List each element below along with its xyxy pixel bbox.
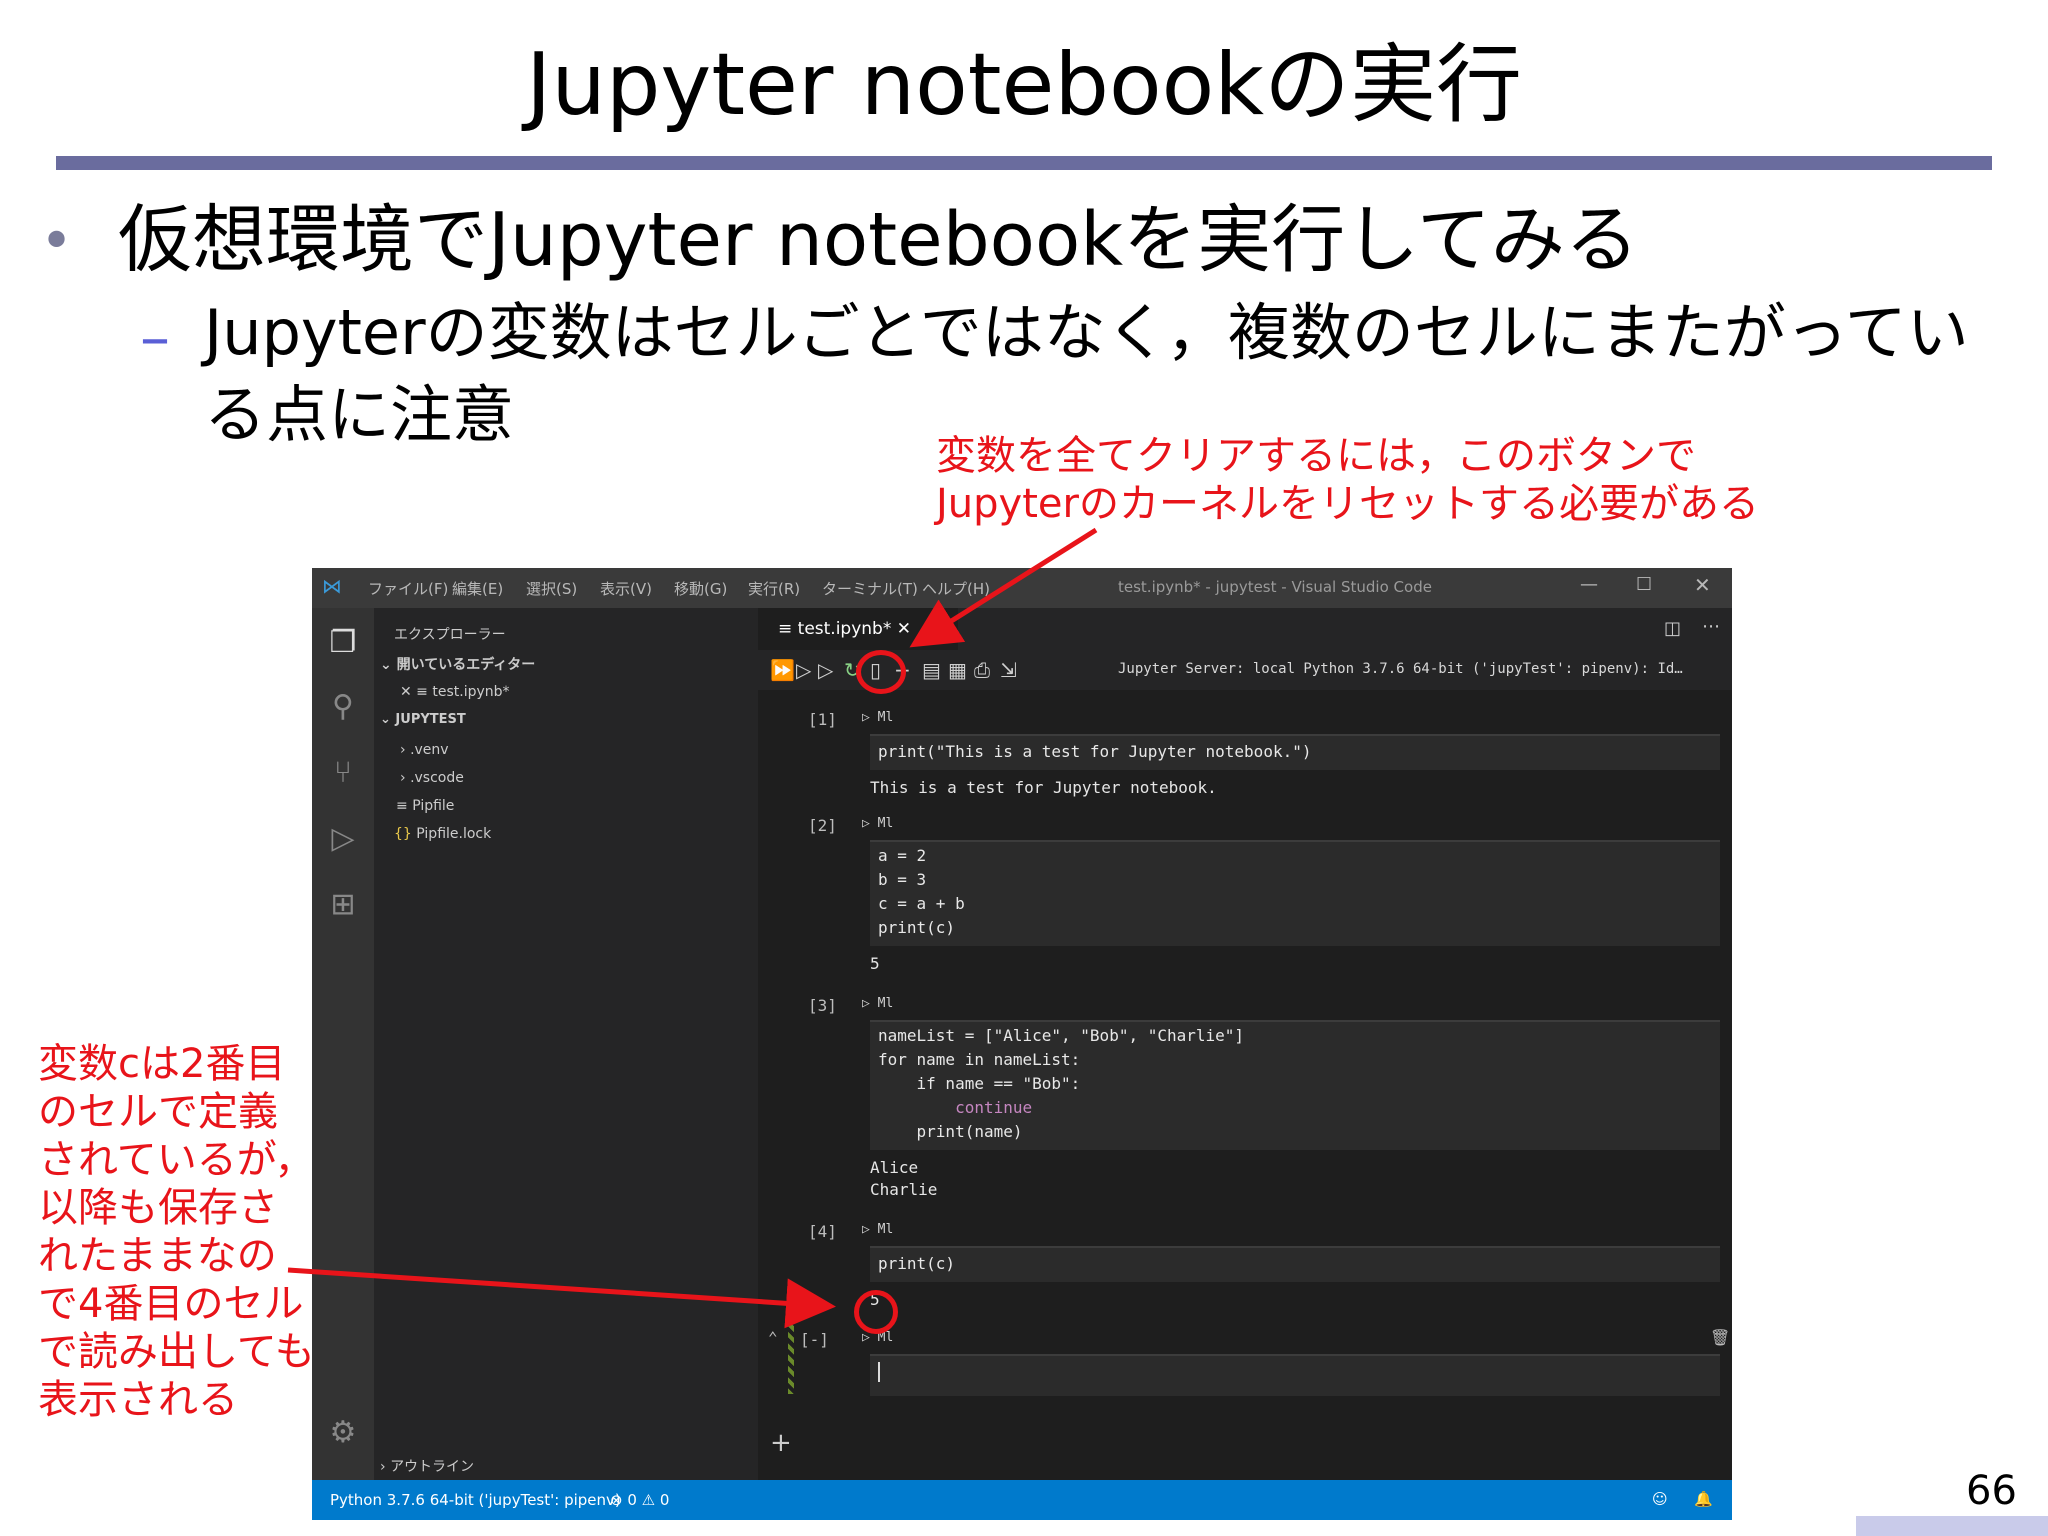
annotation-arrows: [287, 527, 1098, 1329]
arrow-to-restart: [909, 527, 1098, 648]
arrow-to-output: [287, 1267, 836, 1329]
corner-decoration: [1856, 1516, 2048, 1536]
page-number: 66: [1966, 1468, 2017, 1514]
